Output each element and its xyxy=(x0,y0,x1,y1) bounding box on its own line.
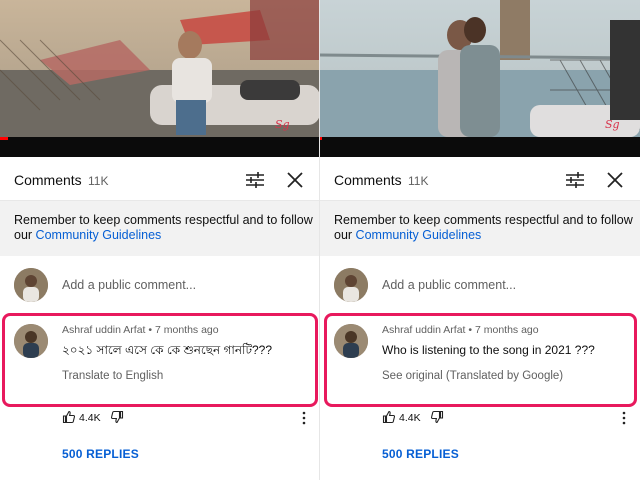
avatar xyxy=(14,268,48,302)
close-icon[interactable] xyxy=(604,169,626,191)
add-comment-input[interactable]: Add a public comment... xyxy=(62,278,196,292)
comment-author[interactable]: Ashraf uddin Arfat xyxy=(62,324,145,336)
community-guidelines-link[interactable]: Community Guidelines xyxy=(356,228,482,242)
like-count: 4.4K xyxy=(79,412,101,424)
comment-meta: Ashraf uddin Arfat • 7 months ago xyxy=(62,324,219,336)
comment-actions: 4.4K xyxy=(62,410,312,426)
comments-count: 11K xyxy=(408,174,429,188)
replies-button[interactable]: 500 REPLIES xyxy=(382,447,459,461)
svg-text:Sg: Sg xyxy=(275,118,290,131)
avatar[interactable] xyxy=(14,324,48,358)
video-player[interactable]: Sg xyxy=(0,0,320,137)
community-guidelines-link[interactable]: Community Guidelines xyxy=(36,228,162,242)
avatar xyxy=(334,268,368,302)
comment-text: Who is listening to the song in 2021 ??? xyxy=(382,343,595,357)
video-progress-fill xyxy=(0,137,8,140)
more-vertical-icon[interactable] xyxy=(620,410,628,426)
see-original-button[interactable]: See original (Translated by Google) xyxy=(382,370,563,382)
comment-text: ২০২১ সালে এসে কে কে শুনছেন গানটি??? xyxy=(62,343,273,357)
video-player[interactable]: Sg xyxy=(320,0,640,137)
close-icon[interactable] xyxy=(284,169,306,191)
video-frame: Sg xyxy=(320,0,640,137)
comment-meta: Ashraf uddin Arfat • 7 months ago xyxy=(382,324,539,336)
comments-count: 11K xyxy=(88,174,109,188)
notice-text: Remember to keep comments respectful and… xyxy=(334,213,634,243)
like-count: 4.4K xyxy=(399,412,421,424)
add-comment-input[interactable]: Add a public comment... xyxy=(382,278,516,292)
more-vertical-icon[interactable] xyxy=(300,410,308,426)
comment-time: 7 months ago xyxy=(154,324,219,336)
video-progress-track[interactable] xyxy=(320,137,640,157)
filter-icon[interactable] xyxy=(244,170,266,190)
like-icon[interactable] xyxy=(62,410,76,424)
left-panel: Sg Comments 11K Remember to keep comment… xyxy=(0,0,320,480)
like-icon[interactable] xyxy=(382,410,396,424)
svg-text:Sg: Sg xyxy=(605,118,620,131)
dislike-icon[interactable] xyxy=(430,410,444,424)
filter-icon[interactable] xyxy=(564,170,586,190)
right-panel: Sg Comments 11K Remember to keep comment… xyxy=(320,0,640,480)
comments-title: Comments xyxy=(334,172,402,188)
video-frame: Sg xyxy=(0,0,320,137)
comment-time: 7 months ago xyxy=(474,324,539,336)
comments-header: Comments 11K xyxy=(320,160,640,200)
comments-title: Comments xyxy=(14,172,82,188)
comment-author[interactable]: Ashraf uddin Arfat xyxy=(382,324,465,336)
comment-actions: 4.4K xyxy=(382,410,632,426)
replies-button[interactable]: 500 REPLIES xyxy=(62,447,139,461)
avatar[interactable] xyxy=(334,324,368,358)
meta-separator: • xyxy=(145,324,155,336)
translate-button[interactable]: Translate to English xyxy=(62,370,163,382)
dislike-icon[interactable] xyxy=(110,410,124,424)
meta-separator: • xyxy=(465,324,475,336)
video-progress-track[interactable] xyxy=(0,137,320,157)
community-notice: Remember to keep comments respectful and… xyxy=(0,200,320,256)
comments-header: Comments 11K xyxy=(0,160,320,200)
notice-text: Remember to keep comments respectful and… xyxy=(14,213,314,243)
community-notice: Remember to keep comments respectful and… xyxy=(320,200,640,256)
video-progress-fill xyxy=(320,137,322,140)
